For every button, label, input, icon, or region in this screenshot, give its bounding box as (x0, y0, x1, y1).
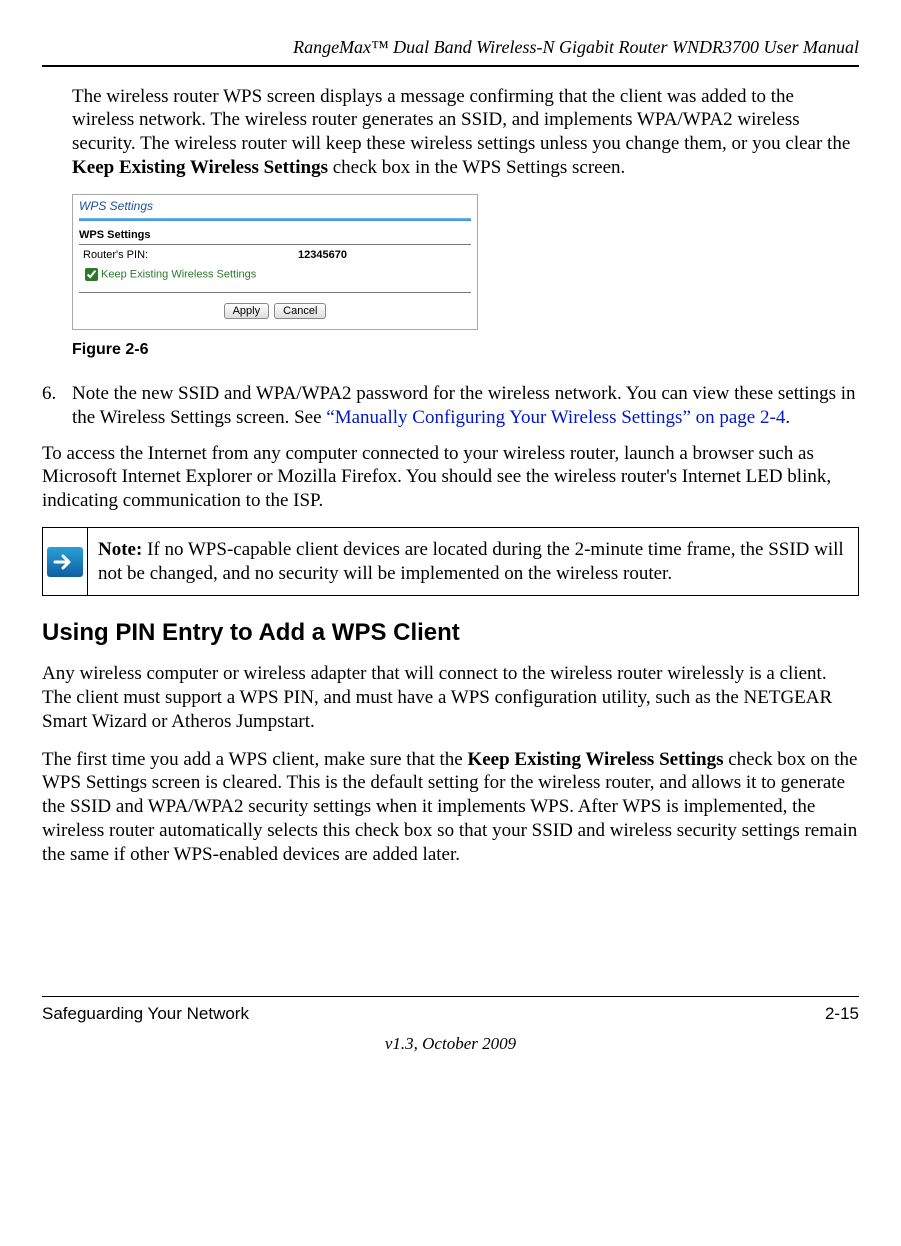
footer-rule (42, 996, 859, 997)
cross-reference-link[interactable]: “Manually Configuring Your Wireless Sett… (326, 407, 785, 428)
note-body: If no WPS-capable client devices are loc… (98, 539, 844, 584)
paragraph-wps-confirm: The wireless router WPS screen displays … (72, 85, 859, 180)
footer-page-number: 2-15 (825, 1003, 859, 1024)
text: check box in the WPS Settings screen. (328, 157, 625, 178)
page-footer: Safeguarding Your Network 2-15 v1.3, Oct… (42, 996, 859, 1054)
pin-label: Router's PIN: (83, 249, 298, 263)
step-text: Note the new SSID and WPA/WPA2 password … (72, 382, 859, 430)
router-pin-row: Router's PIN: 12345670 (73, 249, 477, 263)
button-row: Apply Cancel (73, 297, 477, 329)
keep-settings-checkbox[interactable] (85, 268, 98, 281)
cancel-button[interactable]: Cancel (274, 303, 326, 319)
title-divider (79, 218, 471, 221)
header-rule (42, 65, 859, 67)
footer-version: v1.3, October 2009 (42, 1033, 859, 1054)
paragraph-pin-intro: Any wireless computer or wireless adapte… (42, 662, 859, 733)
step-number: 6. (42, 382, 72, 430)
note-icon-cell (43, 528, 88, 596)
wps-settings-screenshot: WPS Settings WPS Settings Router's PIN: … (72, 194, 478, 331)
paragraph-pin-keep-settings: The first time you add a WPS client, mak… (42, 748, 859, 867)
step-6: 6. Note the new SSID and WPA/WPA2 passwo… (42, 382, 859, 430)
pin-value: 12345670 (298, 249, 347, 263)
footer-section-name: Safeguarding Your Network (42, 1003, 249, 1024)
note-text: Note: If no WPS-capable client devices a… (88, 528, 858, 596)
text: . (785, 407, 790, 428)
document-header-title: RangeMax™ Dual Band Wireless-N Gigabit R… (42, 36, 859, 59)
arrow-icon (47, 547, 83, 577)
section-underline-2 (79, 292, 471, 293)
note-box: Note: If no WPS-capable client devices a… (42, 527, 859, 597)
bold-text: Keep Existing Wireless Settings (467, 749, 723, 770)
section-heading: Using PIN Entry to Add a WPS Client (42, 618, 859, 648)
note-label: Note: (98, 539, 142, 560)
figure-caption: Figure 2-6 (72, 340, 859, 360)
apply-button[interactable]: Apply (224, 303, 270, 319)
paragraph-access-internet: To access the Internet from any computer… (42, 442, 859, 513)
section-label: WPS Settings (73, 227, 477, 243)
section-underline (79, 244, 471, 245)
panel-title: WPS Settings (73, 195, 477, 216)
bold-text: Keep Existing Wireless Settings (72, 157, 328, 178)
text: The wireless router WPS screen displays … (72, 86, 850, 155)
keep-settings-row: Keep Existing Wireless Settings (73, 263, 477, 290)
text: The first time you add a WPS client, mak… (42, 749, 467, 770)
checkbox-label: Keep Existing Wireless Settings (101, 268, 256, 280)
